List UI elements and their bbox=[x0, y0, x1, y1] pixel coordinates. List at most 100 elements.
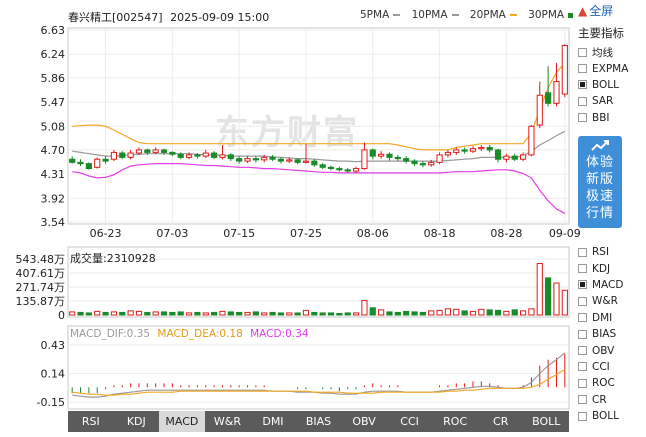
tab-rsi[interactable]: RSI bbox=[68, 411, 114, 432]
candle-body bbox=[511, 155, 518, 160]
volume-bar bbox=[286, 312, 293, 316]
tab-cci[interactable]: CCI bbox=[387, 411, 433, 432]
candle-body bbox=[469, 148, 477, 152]
price-axis-label: 6.63 bbox=[41, 24, 66, 37]
candle-body bbox=[194, 154, 201, 157]
volume-bar bbox=[478, 308, 485, 316]
boll-lower-line bbox=[72, 163, 566, 214]
boll-mid-line bbox=[72, 130, 566, 163]
volume-bar bbox=[469, 310, 477, 316]
tab-roc[interactable]: ROC bbox=[432, 411, 478, 432]
tab-kdj[interactable]: KDJ bbox=[114, 411, 160, 432]
candle-body bbox=[85, 163, 92, 170]
volume-bar bbox=[102, 311, 109, 316]
volume-bar bbox=[152, 311, 159, 316]
tab-dmi[interactable]: DMI bbox=[250, 411, 296, 432]
candle-body bbox=[277, 158, 285, 162]
volume-bar bbox=[227, 311, 234, 316]
volume-bar bbox=[110, 311, 118, 316]
candle-body bbox=[94, 158, 101, 168]
volume-bar bbox=[419, 311, 426, 316]
indicator-tabs: RSI KDJ MACD W&R DMI BIAS OBV CCI ROC CR BOLL bbox=[68, 411, 569, 432]
candle-body bbox=[160, 149, 168, 153]
tab-obv[interactable]: OBV bbox=[341, 411, 387, 432]
candle-body bbox=[494, 149, 502, 160]
candle-body bbox=[144, 149, 151, 153]
volume-bar bbox=[119, 311, 126, 316]
candle-body bbox=[336, 168, 343, 171]
candle-body bbox=[102, 158, 109, 162]
volume-bar bbox=[144, 311, 151, 316]
candle-body bbox=[319, 164, 326, 168]
tab-macd[interactable]: MACD bbox=[159, 411, 205, 432]
time-axis-label: 08-28 bbox=[490, 227, 522, 240]
candle-body bbox=[486, 146, 493, 151]
macd-axis-label: 0.14 bbox=[41, 367, 66, 380]
volume-bar bbox=[561, 289, 568, 316]
candle-body bbox=[69, 158, 76, 163]
tab-cr[interactable]: CR bbox=[478, 411, 524, 432]
price-axis-label: 3.54 bbox=[41, 216, 66, 229]
candle-body bbox=[386, 153, 393, 158]
volume-bar bbox=[403, 310, 410, 316]
time-axis-label: 09-09 bbox=[549, 227, 581, 240]
time-axis-label: 08-18 bbox=[424, 227, 456, 240]
volume-bar bbox=[94, 310, 101, 316]
candle-body bbox=[211, 152, 218, 158]
candle-body bbox=[169, 151, 176, 155]
candle-body bbox=[461, 149, 468, 152]
volume-axis-label: 543.48万 bbox=[16, 253, 66, 266]
macd-labels: MACD_DIF:0.35 MACD_DEA:0.18 MACD:0.34 bbox=[70, 328, 309, 340]
volume-axis-label: 0 bbox=[58, 309, 65, 322]
volume-bar bbox=[319, 312, 326, 316]
candle-body bbox=[394, 156, 401, 160]
volume-bar bbox=[236, 311, 243, 316]
volume-bar bbox=[519, 310, 527, 316]
candle-body bbox=[503, 155, 510, 160]
candle-body bbox=[378, 153, 385, 157]
candle-body bbox=[519, 154, 527, 160]
candle-body bbox=[177, 153, 184, 158]
volume-bar bbox=[461, 310, 468, 316]
macd-macd-label: MACD:0.34 bbox=[250, 328, 309, 340]
tab-boll[interactable]: BOLL bbox=[523, 411, 569, 432]
tab-w-r[interactable]: W&R bbox=[205, 411, 251, 432]
volume-bar bbox=[85, 312, 92, 316]
volume-bar bbox=[202, 312, 209, 316]
volume-bar bbox=[127, 310, 134, 316]
macd-dif-line bbox=[72, 352, 566, 398]
volume-bar bbox=[436, 309, 443, 316]
volume-axis-label: 271.74万 bbox=[16, 281, 66, 294]
candle-body bbox=[478, 146, 485, 150]
candle-body bbox=[344, 169, 351, 172]
macd-dif-label: MACD_DIF:0.35 bbox=[70, 328, 151, 340]
volume-axis-label: 135.87万 bbox=[16, 295, 66, 308]
candle-body bbox=[428, 161, 435, 166]
time-axis-label: 07-03 bbox=[156, 227, 188, 240]
volume-bar bbox=[194, 311, 201, 316]
candle-body bbox=[152, 149, 159, 153]
price-axis-label: 4.70 bbox=[41, 144, 66, 157]
volume-bar bbox=[361, 300, 368, 316]
volume-bar bbox=[336, 312, 343, 316]
volume-bar bbox=[528, 308, 535, 316]
stock-chart[interactable]: 6.63 6.24 5.86 5.47 5.08 4.70 4.31 3.92 3.54 06-2… bbox=[0, 0, 646, 437]
candle-body bbox=[453, 149, 460, 153]
volume-bar bbox=[252, 311, 259, 316]
candle-body bbox=[135, 149, 143, 154]
macd-axis-label: 0.43 bbox=[41, 339, 66, 352]
time-axis-label: 08-06 bbox=[357, 227, 389, 240]
candle-body bbox=[286, 159, 293, 162]
candle-body bbox=[227, 154, 234, 160]
candle-body bbox=[361, 149, 368, 170]
candle-body bbox=[261, 156, 268, 161]
volume-bar bbox=[378, 309, 385, 316]
volume-bar bbox=[219, 310, 226, 316]
candle-body bbox=[411, 160, 418, 165]
volume-bar bbox=[177, 311, 184, 316]
volume-bar bbox=[553, 282, 560, 316]
volume-bar bbox=[511, 309, 518, 316]
volume-bar bbox=[494, 309, 502, 316]
tab-bias[interactable]: BIAS bbox=[296, 411, 342, 432]
candle-body bbox=[352, 168, 360, 172]
